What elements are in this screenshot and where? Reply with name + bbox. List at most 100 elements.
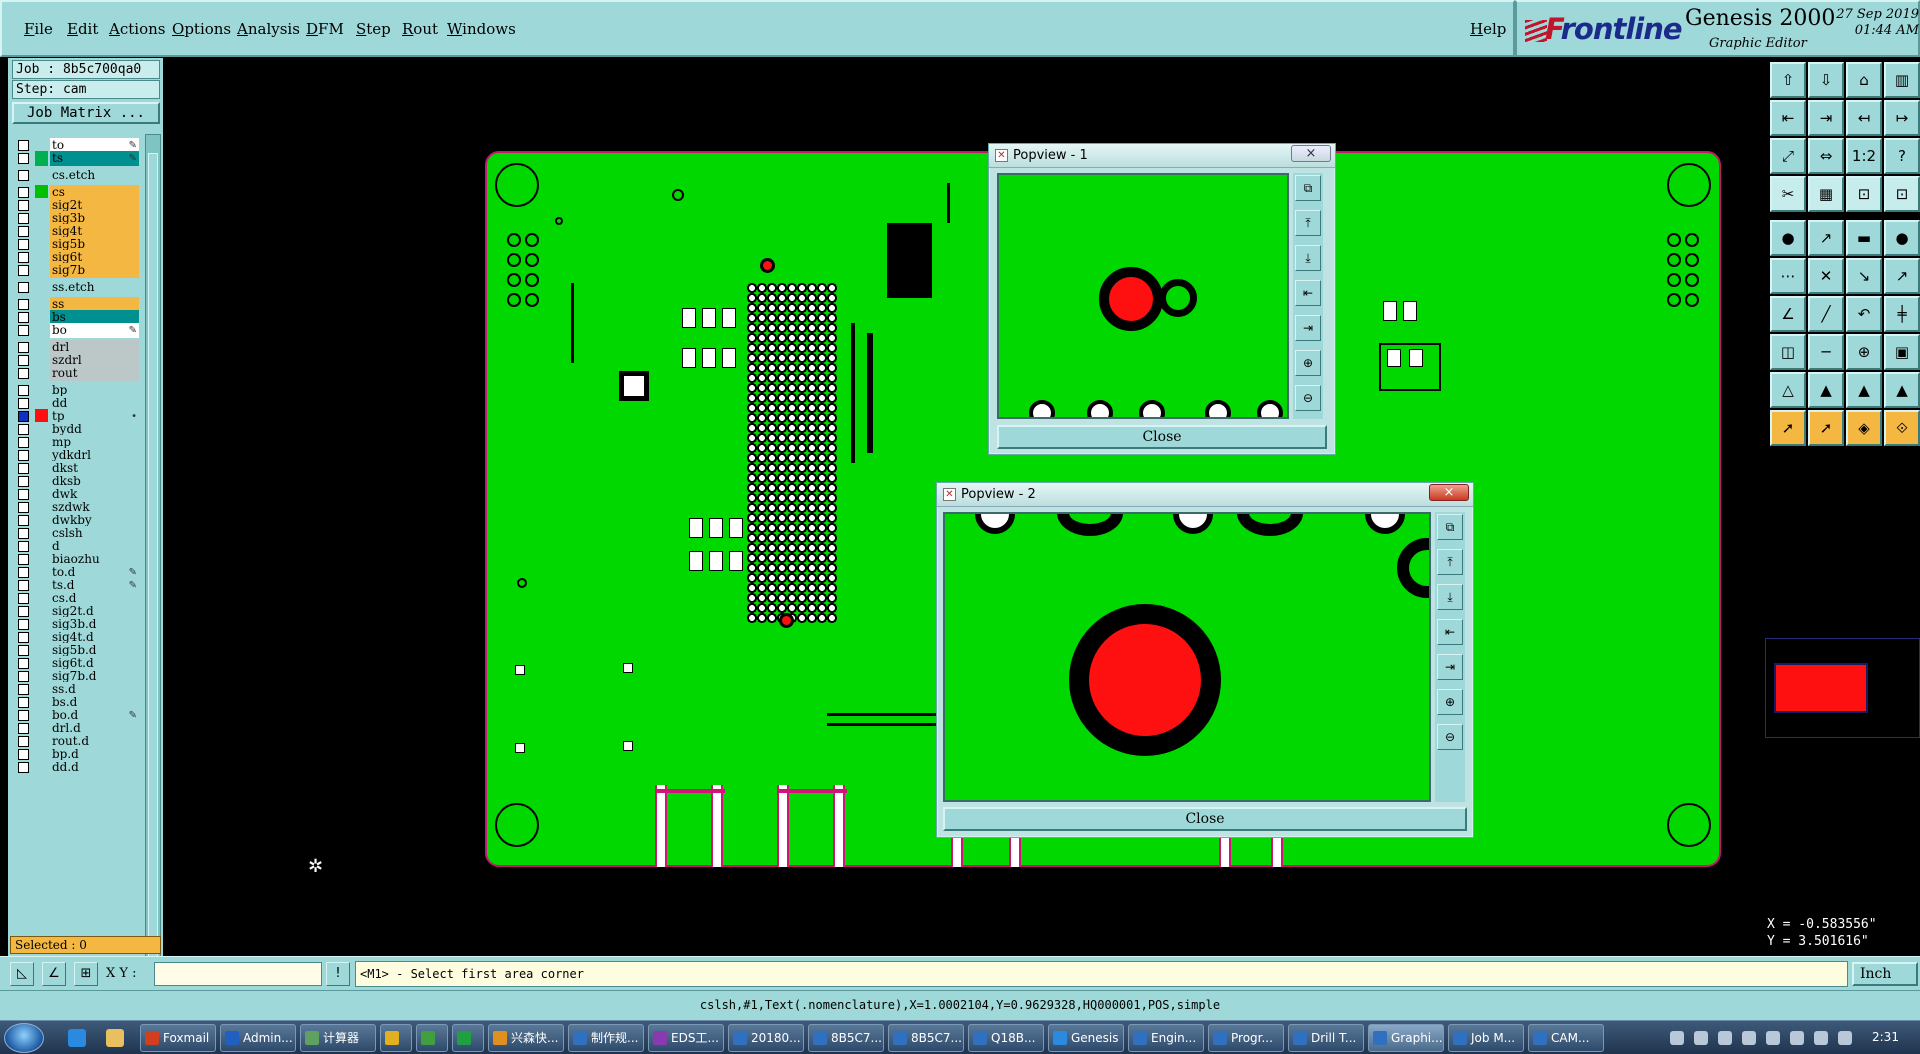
- layer-checkbox[interactable]: [18, 450, 29, 461]
- layer-checkbox[interactable]: [18, 170, 29, 181]
- layer-checkbox[interactable]: [18, 368, 29, 379]
- taskbar-item[interactable]: Drill T...: [1288, 1024, 1364, 1052]
- taskbar-item[interactable]: 8B5C7...: [808, 1024, 884, 1052]
- menu-help[interactable]: Help: [1470, 20, 1506, 38]
- layer-checkbox[interactable]: [18, 398, 29, 409]
- layer-checkbox[interactable]: [18, 554, 29, 565]
- volume-icon[interactable]: [1814, 1031, 1828, 1045]
- palette-tool-button[interactable]: ⊡: [1846, 176, 1882, 212]
- menu-edit[interactable]: Edit: [67, 20, 98, 38]
- taskbar-item[interactable]: 计算器: [300, 1024, 376, 1052]
- palette-tool-button[interactable]: ?: [1884, 138, 1920, 174]
- palette-tool-button[interactable]: ⇤: [1770, 100, 1806, 136]
- taskbar-item[interactable]: Q18B...: [968, 1024, 1044, 1052]
- layer-checkbox[interactable]: [18, 697, 29, 708]
- layer-row[interactable]: bo ✎: [12, 323, 140, 338]
- layer-checkbox[interactable]: [18, 299, 29, 310]
- layer-checkbox[interactable]: [18, 606, 29, 617]
- layer-checkbox[interactable]: [18, 541, 29, 552]
- layer-checkbox[interactable]: [18, 593, 29, 604]
- layer-checkbox[interactable]: [18, 580, 29, 591]
- layer-row[interactable]: dd.d: [12, 760, 140, 775]
- grid-icon[interactable]: ⊞: [74, 962, 98, 986]
- tray-icon[interactable]: [1790, 1031, 1804, 1045]
- palette-tool-button[interactable]: ╪: [1884, 296, 1920, 332]
- tray-icon[interactable]: [1766, 1031, 1780, 1045]
- scrollbar-thumb[interactable]: [148, 153, 158, 973]
- layer-checkbox[interactable]: [18, 762, 29, 773]
- overview-window[interactable]: [1765, 638, 1920, 738]
- layer-checkbox[interactable]: [18, 528, 29, 539]
- pan-up-icon[interactable]: ⤒: [1437, 549, 1463, 575]
- zoom-home-icon[interactable]: ⧉: [1295, 175, 1321, 201]
- palette-tool-button[interactable]: ↗: [1884, 258, 1920, 294]
- layer-checkbox[interactable]: [18, 645, 29, 656]
- layer-row[interactable]: ss.etch: [12, 280, 140, 295]
- palette-tool-button[interactable]: ⇧: [1770, 62, 1806, 98]
- layer-checkbox[interactable]: [18, 226, 29, 237]
- zoom-in-icon[interactable]: ⊕: [1437, 689, 1463, 715]
- layer-checkbox[interactable]: [18, 424, 29, 435]
- layer-row[interactable]: sig7b: [12, 263, 140, 278]
- menu-file[interactable]: File: [24, 20, 53, 38]
- palette-tool-button[interactable]: ▲: [1846, 372, 1882, 408]
- palette-tool-button[interactable]: ⇥: [1808, 100, 1844, 136]
- taskbar-item[interactable]: [380, 1024, 412, 1052]
- zoom-home-icon[interactable]: ⧉: [1437, 514, 1463, 540]
- popview-1-titlebar[interactable]: ✕ Popview - 1 ×: [989, 144, 1335, 168]
- layer-checkbox[interactable]: [18, 684, 29, 695]
- palette-tool-button[interactable]: ↘: [1846, 258, 1882, 294]
- popview-2-close-x-button[interactable]: ×: [1429, 484, 1469, 501]
- layer-checkbox[interactable]: [18, 187, 29, 198]
- units-select[interactable]: Inch: [1852, 962, 1918, 986]
- taskbar-item[interactable]: EDS工...: [648, 1024, 724, 1052]
- popview-2-view[interactable]: [943, 512, 1431, 802]
- palette-tool-button[interactable]: ▦: [1808, 176, 1844, 212]
- measure-icon[interactable]: ∠: [42, 962, 66, 986]
- taskbar-item[interactable]: Genesis: [1048, 1024, 1124, 1052]
- palette-tool-button[interactable]: ⇔: [1808, 138, 1844, 174]
- popview-2-titlebar[interactable]: ✕ Popview - 2 ×: [937, 483, 1473, 507]
- palette-tool-button[interactable]: ↦: [1884, 100, 1920, 136]
- palette-tool-button[interactable]: ◈: [1846, 410, 1882, 446]
- job-matrix-button[interactable]: Job Matrix ...: [12, 102, 160, 124]
- taskbar-item[interactable]: Graphi...: [1368, 1024, 1444, 1052]
- layer-checkbox[interactable]: [18, 710, 29, 721]
- layer-name[interactable]: bo: [50, 323, 139, 338]
- pan-right-icon[interactable]: ⇥: [1437, 654, 1463, 680]
- palette-tool-button[interactable]: ▲: [1884, 372, 1920, 408]
- palette-tool-button[interactable]: ●: [1884, 220, 1920, 256]
- layer-name[interactable]: sig7b: [50, 263, 139, 278]
- palette-tool-button[interactable]: ╱: [1808, 296, 1844, 332]
- layer-checkbox[interactable]: [18, 437, 29, 448]
- folder-icon[interactable]: [106, 1029, 124, 1047]
- layer-checkbox[interactable]: [18, 619, 29, 630]
- palette-tool-button[interactable]: ➚: [1808, 410, 1844, 446]
- layer-name[interactable]: ts: [50, 151, 139, 166]
- ie-icon[interactable]: [68, 1029, 86, 1047]
- layer-checkbox[interactable]: [18, 213, 29, 224]
- palette-tool-button[interactable]: △: [1770, 372, 1806, 408]
- popview-1-view[interactable]: [997, 173, 1289, 419]
- tray-icon[interactable]: [1670, 1031, 1684, 1045]
- taskbar-item[interactable]: Foxmail: [140, 1024, 216, 1052]
- palette-tool-button[interactable]: ▥: [1884, 62, 1920, 98]
- layer-row[interactable]: ts ✎: [12, 151, 140, 166]
- layer-name[interactable]: ss.etch: [50, 280, 139, 295]
- taskbar-item[interactable]: Admin...: [220, 1024, 296, 1052]
- layer-name[interactable]: cs.etch: [50, 168, 139, 183]
- palette-tool-button[interactable]: ⊕: [1846, 334, 1882, 370]
- pan-down-icon[interactable]: ⤓: [1437, 584, 1463, 610]
- menu-rout[interactable]: Rout: [402, 20, 438, 38]
- layer-checkbox[interactable]: [18, 515, 29, 526]
- layer-checkbox[interactable]: [18, 355, 29, 366]
- zoom-out-icon[interactable]: ⊖: [1295, 385, 1321, 411]
- layer-checkbox[interactable]: [18, 252, 29, 263]
- layer-checkbox[interactable]: [18, 140, 29, 151]
- layer-checkbox[interactable]: [18, 749, 29, 760]
- start-button[interactable]: [4, 1023, 44, 1053]
- taskbar-item[interactable]: Job M...: [1448, 1024, 1524, 1052]
- pan-right-icon[interactable]: ⇥: [1295, 315, 1321, 341]
- pan-left-icon[interactable]: ⇤: [1295, 280, 1321, 306]
- palette-tool-button[interactable]: ─: [1808, 334, 1844, 370]
